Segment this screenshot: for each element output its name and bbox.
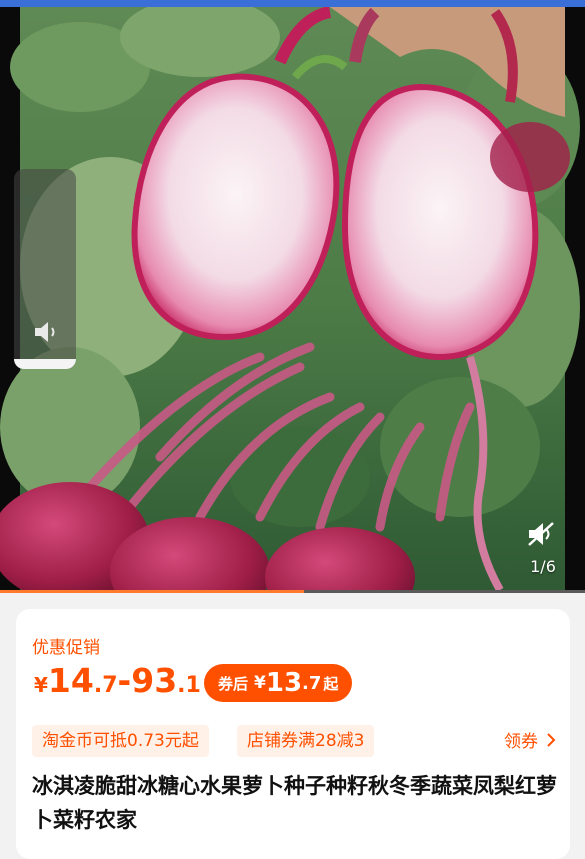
taojinbi-tag[interactable]: 淘金币可抵0.73元起	[32, 725, 209, 757]
speaker-icon	[35, 322, 55, 342]
after-coupon-suffix: 起	[323, 674, 339, 693]
product-title: 冰淇凌脆甜冰糖心水果萝卜种子种籽秋冬季蔬菜凤梨红萝卜菜籽农家	[32, 774, 557, 832]
promo-label: 优惠促销	[32, 638, 100, 658]
after-coupon-dec: .7	[302, 672, 322, 694]
currency-symbol: ¥	[34, 673, 48, 697]
status-bar-strip	[0, 0, 585, 7]
price-row: ¥14.7-93.1 券后 ¥13.7 起	[32, 661, 552, 705]
after-coupon-badge[interactable]: 券后 ¥13.7 起	[204, 664, 353, 702]
shop-coupon-tag[interactable]: 店铺券满28减3	[237, 725, 375, 757]
price-range: ¥14.7-93.1	[34, 661, 201, 700]
volume-level-fill	[14, 359, 76, 369]
claim-coupon-label: 领券	[504, 732, 538, 752]
price-high-int: 93	[131, 661, 178, 700]
price-dash: -	[117, 661, 132, 700]
after-coupon-label: 券后	[218, 674, 249, 693]
price-low-int: 14	[47, 661, 94, 700]
video-progress-fill	[0, 590, 305, 593]
promo-card: 优惠促销 ¥14.7-93.1 券后 ¥13.7 起 淘金币可抵0.73元起 店铺券…	[16, 609, 570, 859]
product-media-gallery[interactable]: 1/6	[0, 7, 585, 590]
claim-coupon-link[interactable]: 领券	[504, 727, 556, 752]
price-high-dec: .1	[177, 673, 201, 698]
chevron-right-icon	[547, 732, 556, 747]
mute-icon[interactable]	[526, 520, 556, 548]
price-low-dec: .7	[93, 673, 118, 698]
after-coupon-int: 13	[265, 668, 303, 698]
video-progress-track[interactable]	[0, 590, 585, 593]
after-coupon-currency: ¥	[254, 673, 266, 693]
page-indicator: 1/6	[530, 557, 556, 576]
product-photo	[0, 7, 580, 590]
